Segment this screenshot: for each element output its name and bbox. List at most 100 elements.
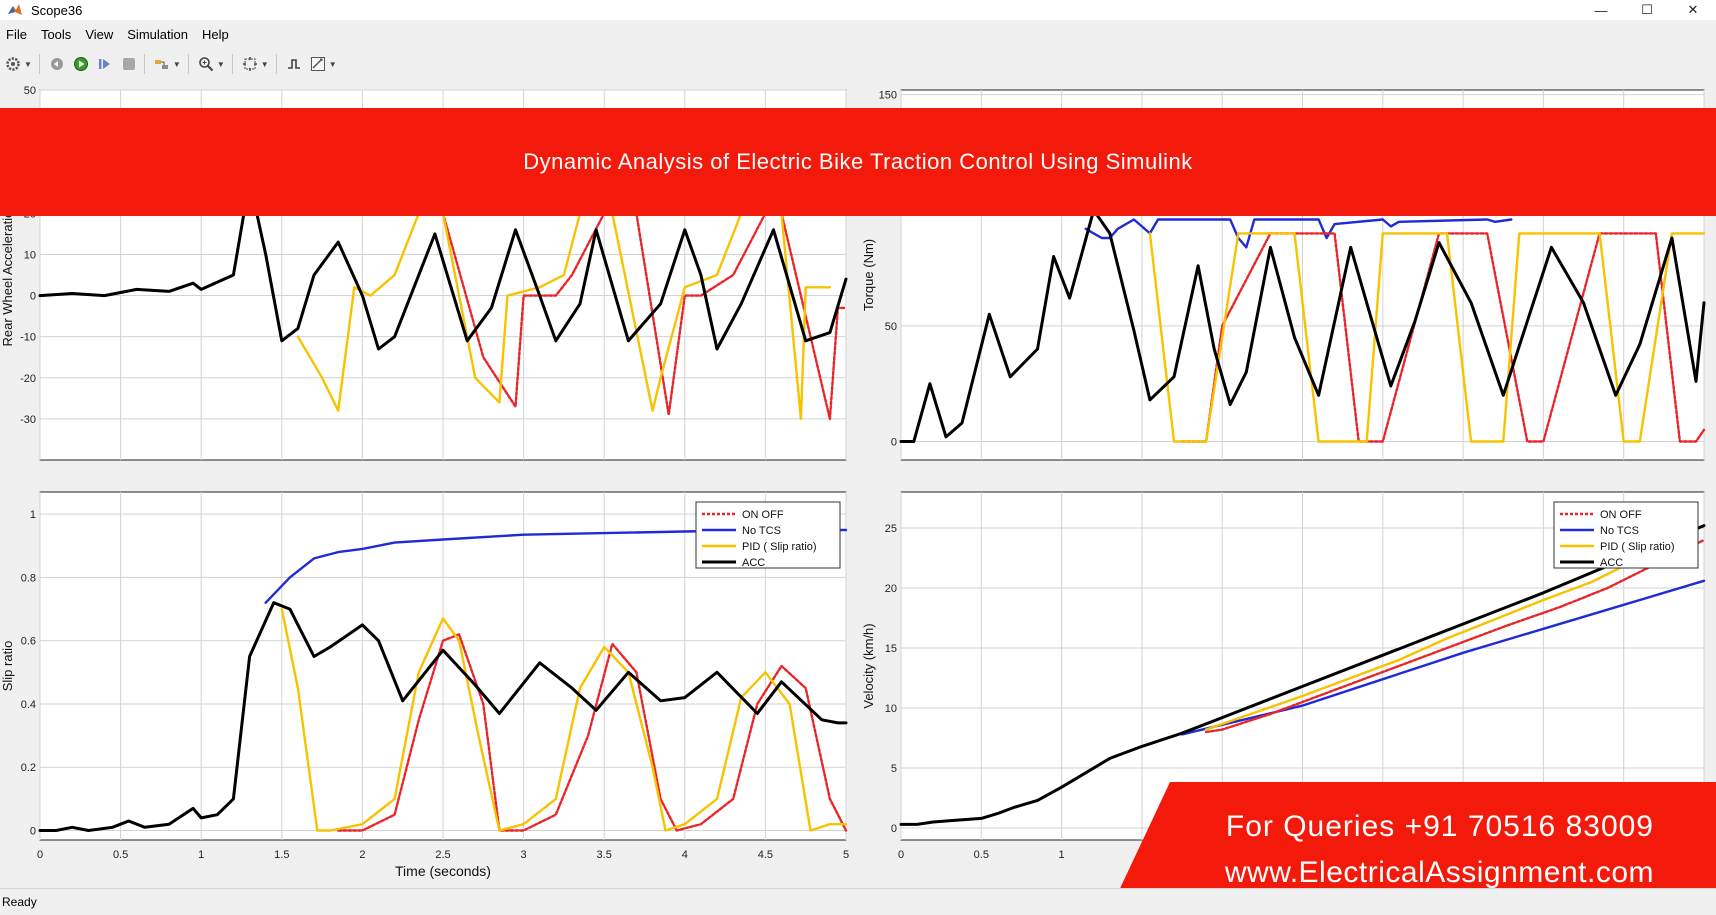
title-banner: Dynamic Analysis of Electric Bike Tracti… (0, 108, 1716, 216)
zoom-in-icon (199, 57, 214, 72)
toolbar-separator (187, 54, 189, 74)
window-controls: — ☐ ✕ (1578, 0, 1716, 20)
triggers-button[interactable] (283, 53, 305, 75)
chevron-down-icon[interactable]: ▼ (329, 60, 337, 69)
restore-button[interactable] (46, 53, 68, 75)
menu-simulation[interactable]: Simulation (127, 27, 188, 42)
velocity-xtick-label: 0.5 (974, 849, 989, 861)
slip-xtick-label: 4.5 (758, 849, 773, 861)
velocity-legend-label: ON OFF (1600, 509, 1642, 521)
velocity-ytick-label: 10 (885, 703, 897, 715)
slip-xtick-label: 2 (359, 849, 365, 861)
chevron-down-icon[interactable]: ▼ (24, 60, 32, 69)
slip-ylabel: Slip ratio (0, 641, 15, 692)
torque-ytick-label: 0 (891, 437, 897, 449)
contact-website[interactable]: www.ElectricalAssignment.com (1225, 856, 1654, 890)
minimize-button[interactable]: — (1578, 0, 1624, 20)
slip-ytick-label: 0.2 (21, 762, 36, 774)
velocity-ytick-label: 25 (885, 523, 897, 535)
chevron-down-icon[interactable]: ▼ (261, 60, 269, 69)
measurements-button[interactable] (307, 53, 329, 75)
slip-xtick-label: 3.5 (597, 849, 612, 861)
fit-to-view-icon (242, 57, 257, 71)
toolbar: ▼ ▼ ▼ ▼ ▼ (0, 50, 1716, 78)
velocity-ytick-label: 5 (891, 763, 897, 775)
title-bar: Scope36 — ☐ ✕ (0, 0, 1716, 20)
acceleration-ytick-label: -30 (20, 414, 36, 426)
slip-legend-label: ACC (742, 557, 765, 569)
slip-xtick-label: 5 (843, 849, 849, 861)
toolbar-separator (275, 54, 277, 74)
slip-ytick-label: 0.4 (21, 699, 36, 711)
velocity-ytick-label: 15 (885, 643, 897, 655)
highlight-icon (154, 60, 168, 69)
step-forward-icon (98, 59, 110, 69)
slip-xtick-label: 3 (521, 849, 527, 861)
contact-phone: For Queries +91 70516 83009 (1225, 810, 1654, 843)
close-button[interactable]: ✕ (1670, 0, 1716, 20)
slip-xtick-label: 2.5 (435, 849, 450, 861)
menu-bar: File Tools View Simulation Help (0, 24, 1716, 44)
chevron-down-icon[interactable]: ▼ (173, 60, 181, 69)
velocity-legend-label: ACC (1600, 557, 1623, 569)
acceleration-ytick-label: 0 (30, 291, 36, 303)
window-title: Scope36 (31, 2, 83, 18)
torque-ytick-label: 150 (879, 90, 897, 102)
minimize-icon: — (1594, 2, 1608, 18)
run-button[interactable] (70, 53, 92, 75)
toolbar-separator (38, 54, 40, 74)
settings-button[interactable] (2, 53, 24, 75)
highlight-button[interactable] (151, 53, 173, 75)
slip-xtick-label: 4 (682, 849, 688, 861)
slip-ytick-label: 0.6 (21, 636, 36, 648)
restore-icon (50, 58, 63, 70)
acceleration-ytick-label: 50 (24, 85, 36, 97)
banner-text: Dynamic Analysis of Electric Bike Tracti… (523, 149, 1193, 174)
menu-view[interactable]: View (85, 27, 113, 42)
slip-xlabel: Time (seconds) (395, 863, 491, 879)
slip-xtick-label: 1.5 (274, 849, 289, 861)
slip-xtick-label: 1 (198, 849, 204, 861)
settings-icon (6, 57, 20, 71)
velocity-xtick-label: 0 (898, 849, 904, 861)
velocity-legend-label: No TCS (1600, 525, 1639, 537)
measurements-icon (310, 57, 325, 71)
run-icon (73, 57, 88, 71)
toolbar-separator (231, 54, 233, 74)
torque-ylabel: Torque (Nm) (861, 239, 876, 311)
status-bar: Ready (0, 888, 1716, 915)
velocity-ylabel: Velocity (km/h) (861, 623, 876, 708)
toolbar-separator (143, 54, 145, 74)
slip-xtick-label: 0.5 (113, 849, 128, 861)
maximize-button[interactable]: ☐ (1624, 0, 1670, 20)
maximize-icon: ☐ (1641, 2, 1653, 17)
velocity-xtick-label: 1 (1059, 849, 1065, 861)
velocity-legend-label: PID ( Slip ratio) (1600, 541, 1675, 553)
zoom-in-button[interactable] (195, 53, 217, 75)
menu-file[interactable]: File (6, 27, 27, 42)
slip-ytick-label: 0.8 (21, 572, 36, 584)
torque-ytick-label: 50 (885, 321, 897, 333)
slip-legend-label: ON OFF (742, 509, 784, 521)
velocity-ytick-label: 0 (891, 823, 897, 835)
stop-button[interactable] (118, 53, 140, 75)
menu-help[interactable]: Help (202, 27, 229, 42)
slip-xtick-label: 0 (37, 849, 43, 861)
slip-legend-label: PID ( Slip ratio) (742, 541, 817, 553)
menu-tools[interactable]: Tools (41, 27, 71, 42)
step-forward-button[interactable] (94, 53, 116, 75)
triggers-icon (287, 59, 300, 69)
close-icon: ✕ (1687, 2, 1699, 17)
status-text: Ready (2, 895, 37, 909)
acceleration-ylabel: Rear Wheel Acceleration (0, 203, 15, 346)
slip-legend-label: No TCS (742, 525, 781, 537)
fit-to-view-button[interactable] (239, 53, 261, 75)
acceleration-ytick-label: -20 (20, 373, 36, 385)
acceleration-ytick-label: 10 (24, 249, 36, 261)
chevron-down-icon[interactable]: ▼ (217, 60, 225, 69)
matlab-logo-icon (8, 4, 22, 15)
acceleration-ytick-label: -10 (20, 332, 36, 344)
slip-ytick-label: 0 (30, 826, 36, 838)
velocity-ytick-label: 20 (885, 583, 897, 595)
stop-icon (122, 58, 135, 70)
